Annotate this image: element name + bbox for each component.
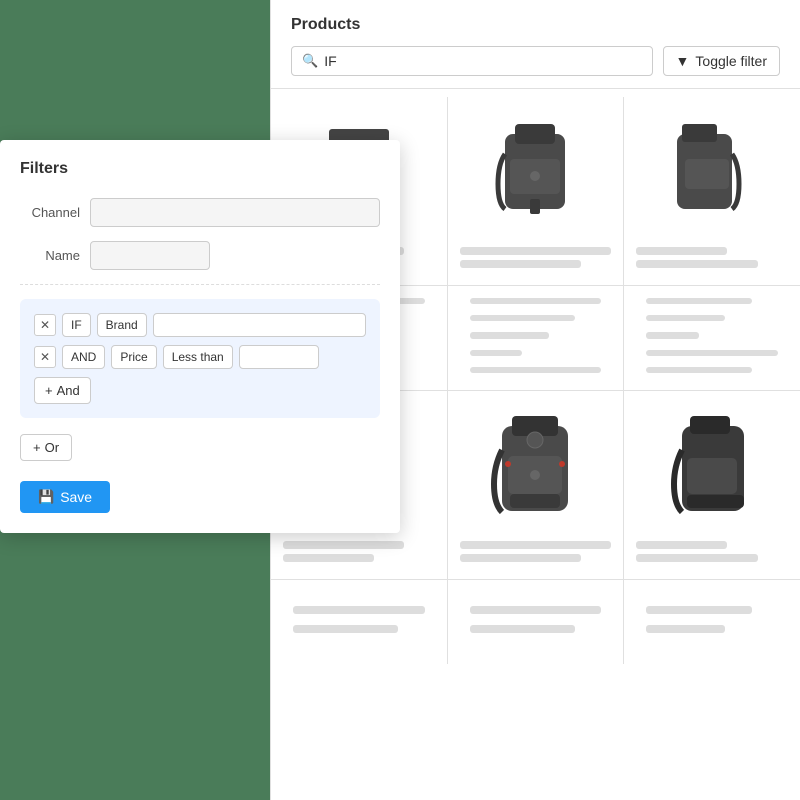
product-cell[interactable] — [448, 286, 624, 390]
product-line — [646, 315, 725, 321]
condition-2-operator: Less than — [163, 345, 233, 369]
product-line — [460, 541, 612, 549]
plus-icon: + — [45, 383, 53, 398]
product-line — [283, 541, 404, 549]
filter-icon: ▼ — [676, 53, 690, 69]
name-filter-row: Name — [20, 241, 380, 270]
product-line — [636, 247, 727, 255]
toggle-filter-label: Toggle filter — [695, 53, 767, 69]
product-image-3 — [636, 109, 788, 239]
condition-1-connector: IF — [62, 313, 91, 337]
filters-panel: Filters Channel Name ✕ IF Brand ✕ AND Pr… — [0, 140, 400, 533]
product-line — [646, 332, 699, 338]
product-image-6 — [636, 403, 788, 533]
save-button[interactable]: 💾 Save — [20, 481, 110, 513]
product-line — [460, 554, 581, 562]
product-line — [646, 606, 751, 614]
product-line — [636, 260, 757, 268]
channel-filter-row: Channel — [20, 198, 380, 227]
product-line — [636, 541, 727, 549]
product-lines — [636, 247, 788, 273]
channel-input[interactable] — [90, 198, 380, 227]
product-cell[interactable] — [624, 580, 800, 664]
products-header: Products 🔍 IF ▼ Toggle filter — [271, 0, 800, 89]
condition-1-value-input[interactable] — [153, 313, 366, 337]
filter-divider — [20, 284, 380, 285]
product-image-5 — [460, 403, 612, 533]
condition-2-value-input[interactable] — [239, 345, 319, 369]
product-image-2 — [460, 109, 612, 239]
or-plus-icon: + — [33, 440, 41, 455]
remove-condition-2-button[interactable]: ✕ — [34, 346, 56, 368]
product-lines — [460, 247, 612, 273]
search-value: IF — [324, 53, 336, 69]
toggle-filter-button[interactable]: ▼ Toggle filter — [663, 46, 780, 76]
page-title: Products — [291, 16, 780, 34]
product-line — [470, 298, 602, 304]
product-line — [293, 606, 425, 614]
product-line — [460, 260, 581, 268]
product-cell[interactable] — [448, 97, 624, 285]
product-cell[interactable] — [624, 391, 800, 579]
product-lines — [283, 541, 435, 567]
product-line — [646, 367, 751, 373]
channel-label: Channel — [20, 205, 80, 220]
filters-title: Filters — [20, 160, 380, 178]
product-line — [470, 332, 549, 338]
product-line — [636, 554, 757, 562]
product-line — [470, 315, 575, 321]
condition-1-field: Brand — [97, 313, 147, 337]
condition-row-2: ✕ AND Price Less than — [34, 345, 366, 369]
search-icon: 🔍 — [302, 53, 318, 69]
conditions-area: ✕ IF Brand ✕ AND Price Less than + And — [20, 299, 380, 418]
product-line — [646, 350, 778, 356]
or-label: Or — [45, 440, 59, 455]
save-label: Save — [60, 489, 92, 505]
product-lines — [636, 541, 788, 567]
product-line — [470, 606, 602, 614]
condition-2-connector: AND — [62, 345, 105, 369]
product-cell[interactable] — [271, 580, 447, 664]
product-cell[interactable] — [448, 391, 624, 579]
product-lines — [460, 541, 612, 567]
condition-2-field: Price — [111, 345, 156, 369]
save-icon: 💾 — [38, 489, 54, 505]
add-and-button[interactable]: + And — [34, 377, 91, 404]
product-line — [470, 350, 523, 356]
product-cell[interactable] — [624, 97, 800, 285]
product-line — [646, 298, 751, 304]
name-label: Name — [20, 248, 80, 263]
product-line — [283, 554, 374, 562]
condition-row-1: ✕ IF Brand — [34, 313, 366, 337]
product-cell[interactable] — [448, 580, 624, 664]
product-line — [470, 625, 575, 633]
name-input[interactable] — [90, 241, 210, 270]
product-line — [646, 625, 725, 633]
product-line — [470, 367, 602, 373]
remove-condition-1-button[interactable]: ✕ — [34, 314, 56, 336]
product-line — [293, 625, 398, 633]
add-and-label: And — [57, 383, 80, 398]
search-bar: 🔍 IF ▼ Toggle filter — [291, 46, 780, 76]
search-input-wrapper[interactable]: 🔍 IF — [291, 46, 653, 76]
or-button[interactable]: + Or — [20, 434, 72, 461]
product-cell[interactable] — [624, 286, 800, 390]
product-line — [460, 247, 612, 255]
